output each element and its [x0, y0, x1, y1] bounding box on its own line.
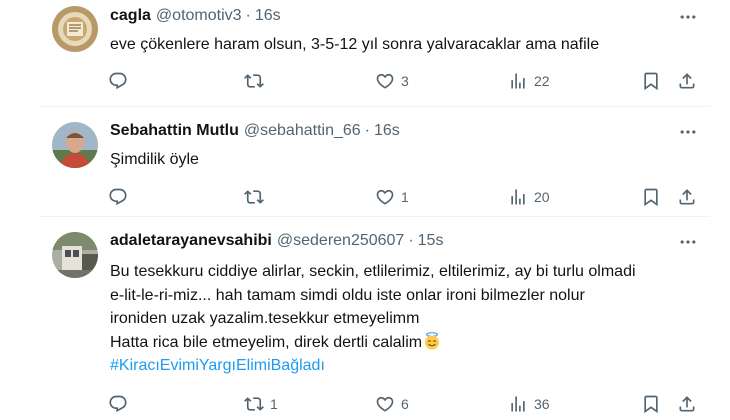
retweet-icon	[244, 71, 264, 91]
views-count: 36	[534, 396, 550, 412]
retweet-button[interactable]: 1	[244, 392, 278, 416]
bookmark-button[interactable]	[641, 69, 661, 93]
timestamp[interactable]: 16s	[255, 7, 281, 25]
share-icon	[677, 71, 697, 91]
tweet-text-line: Hatta rica bile etmeyelim, direk dertli …	[110, 331, 636, 355]
retweet-button[interactable]	[244, 69, 270, 93]
action-bar: 1 6 36	[0, 392, 730, 416]
user-handle[interactable]: @sederen250607	[277, 232, 404, 250]
reply-icon	[108, 71, 128, 91]
retweet-count: 1	[270, 396, 278, 412]
bookmark-icon	[641, 394, 661, 414]
like-count: 6	[401, 396, 409, 412]
share-icon	[677, 394, 697, 414]
tweet-text-line: Şimdilik öyle	[110, 151, 199, 168]
bookmark-button[interactable]	[641, 185, 661, 209]
timestamp[interactable]: 16s	[374, 122, 400, 140]
display-name[interactable]: cagla	[110, 7, 151, 25]
tweet-header: adaletarayanevsahibi @sederen250607 · 15…	[110, 232, 443, 250]
like-icon	[375, 187, 395, 207]
reply-button[interactable]	[108, 392, 134, 416]
tweet-text: eve çökenlere haram olsun, 3-5-12 yıl so…	[110, 33, 599, 57]
tweet-text: Şimdilik öyle	[110, 148, 199, 172]
views-count: 22	[534, 73, 550, 89]
share-button[interactable]	[677, 69, 697, 93]
tweet[interactable]: cagla @otomotiv3 · 16s eve çökenlere har…	[0, 0, 730, 106]
bookmark-icon	[641, 71, 661, 91]
tweet-text-line: Bu tesekkuru ciddiye alirlar, seckin, et…	[110, 263, 636, 280]
tweet-text-line: ironiden uzak yazalim.tesekkur etmeyelim…	[110, 310, 420, 327]
share-icon	[677, 187, 697, 207]
action-bar: 1 20	[0, 185, 730, 209]
views-button[interactable]: 20	[508, 185, 550, 209]
more-icon[interactable]	[678, 232, 698, 252]
like-count: 3	[401, 73, 409, 89]
action-bar: 3 22	[0, 69, 730, 93]
separator: ·	[408, 232, 414, 249]
retweet-icon	[244, 187, 264, 207]
timestamp[interactable]: 15s	[418, 232, 444, 250]
views-button[interactable]: 22	[508, 69, 550, 93]
avatar[interactable]	[52, 6, 98, 52]
retweet-button[interactable]	[244, 185, 270, 209]
tweet-text-segment: Hatta rica bile etmeyelim, direk dertli …	[110, 333, 423, 351]
user-handle[interactable]: @sebahattin_66	[244, 122, 361, 140]
tweet-header: Sebahattin Mutlu @sebahattin_66 · 16s	[110, 122, 400, 140]
user-handle[interactable]: @otomotiv3	[156, 7, 242, 25]
bookmark-icon	[641, 187, 661, 207]
like-button[interactable]: 6	[375, 392, 409, 416]
more-icon[interactable]	[678, 122, 698, 142]
hashtag-link[interactable]: #KiracıEvimiYargıElimiBağladı	[110, 354, 636, 378]
display-name[interactable]: Sebahattin Mutlu	[110, 122, 239, 140]
reply-icon	[108, 394, 128, 414]
views-button[interactable]: 36	[508, 392, 550, 416]
views-icon	[508, 71, 528, 91]
like-button[interactable]: 3	[375, 69, 409, 93]
tweet[interactable]: Sebahattin Mutlu @sebahattin_66 · 16s Şi…	[0, 107, 730, 216]
bookmark-button[interactable]	[641, 392, 661, 416]
reply-button[interactable]	[108, 185, 134, 209]
views-icon	[508, 187, 528, 207]
reply-button[interactable]	[108, 69, 134, 93]
more-icon[interactable]	[678, 7, 698, 27]
avatar[interactable]	[52, 232, 98, 278]
display-name[interactable]: adaletarayanevsahibi	[110, 232, 272, 250]
views-icon	[508, 394, 528, 414]
tweet-text-line: eve çökenlere haram olsun, 3-5-12 yıl so…	[110, 36, 600, 53]
separator: ·	[245, 7, 251, 24]
views-count: 20	[534, 189, 550, 205]
avatar[interactable]	[52, 122, 98, 168]
tweet-header: cagla @otomotiv3 · 16s	[110, 7, 281, 25]
share-button[interactable]	[677, 392, 697, 416]
share-button[interactable]	[677, 185, 697, 209]
separator: ·	[364, 122, 370, 139]
like-count: 1	[401, 189, 409, 205]
like-button[interactable]: 1	[375, 185, 409, 209]
tweet-text: Bu tesekkuru ciddiye alirlar, seckin, et…	[110, 260, 636, 378]
tweet[interactable]: adaletarayanevsahibi @sederen250607 · 15…	[0, 217, 730, 420]
retweet-icon	[244, 394, 264, 414]
like-icon	[375, 394, 395, 414]
smiling-face-with-halo-emoji	[425, 331, 440, 349]
tweet-text-line: e-lit-le-ri-miz... hah tamam simdi oldu …	[110, 286, 585, 304]
like-icon	[375, 71, 395, 91]
reply-icon	[108, 187, 128, 207]
